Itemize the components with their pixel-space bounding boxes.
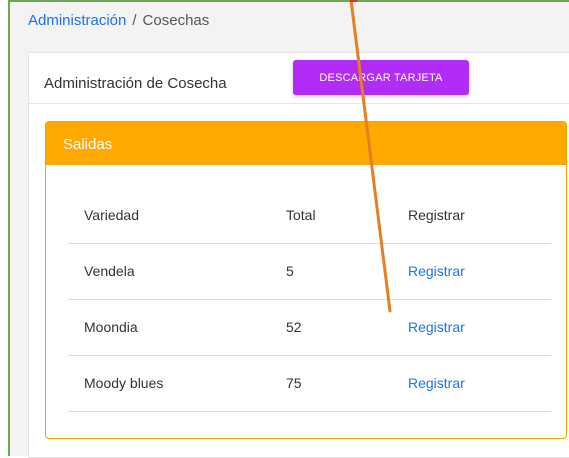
breadcrumb-current: Cosechas: [142, 12, 210, 29]
variety-cell: Moody blues: [84, 375, 164, 391]
breadcrumb-root-link[interactable]: Administración: [28, 12, 126, 29]
table-row: Moondia 52 Registrar: [68, 300, 551, 356]
register-link[interactable]: Registrar: [408, 319, 465, 335]
variety-cell: Moondia: [84, 319, 138, 335]
column-header-registrar: Registrar: [408, 207, 465, 223]
harvest-admin-card: Administración de Cosecha DESCARGAR TARJ…: [28, 52, 569, 458]
card-header: Administración de Cosecha DESCARGAR TARJ…: [29, 53, 569, 104]
total-cell: 75: [286, 375, 302, 391]
panel-title: Salidas: [63, 136, 113, 153]
table-header-row: Variedad Total Registrar: [68, 188, 551, 244]
register-link[interactable]: Registrar: [408, 263, 465, 279]
total-cell: 5: [286, 263, 294, 279]
outputs-panel: Salidas Variedad Total Registrar Vendela…: [45, 121, 567, 439]
outputs-table: Variedad Total Registrar Vendela 5 Regis…: [68, 188, 551, 412]
card-title: Administración de Cosecha: [44, 75, 227, 92]
panel-header: Salidas: [46, 122, 566, 165]
download-card-button[interactable]: DESCARGAR TARJETA: [293, 60, 469, 95]
table-row: Vendela 5 Registrar: [68, 244, 551, 300]
breadcrumb-separator: /: [132, 12, 137, 29]
register-link[interactable]: Registrar: [408, 375, 465, 391]
table-row: Moody blues 75 Registrar: [68, 356, 551, 412]
column-header-variedad: Variedad: [84, 207, 140, 223]
variety-cell: Vendela: [84, 263, 135, 279]
content-frame: Administración / Cosechas Administración d…: [8, 0, 569, 458]
breadcrumb: Administración / Cosechas: [28, 12, 209, 29]
column-header-total: Total: [286, 207, 316, 223]
total-cell: 52: [286, 319, 302, 335]
